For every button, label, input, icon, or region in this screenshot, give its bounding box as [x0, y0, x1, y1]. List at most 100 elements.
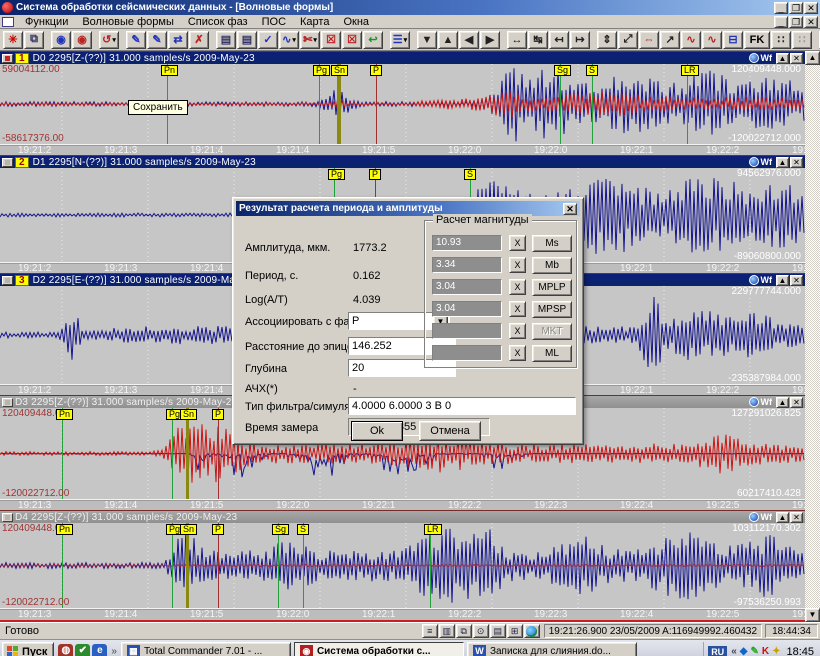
fk-button[interactable]: FK — [744, 31, 770, 49]
phase-line-Pg[interactable] — [172, 408, 173, 499]
zoom-icon[interactable]: ⊙ — [473, 624, 489, 638]
phase-line-Pn[interactable] — [62, 523, 63, 608]
compress-h-button[interactable]: ↹ — [528, 31, 548, 49]
globe-icon[interactable] — [524, 624, 540, 638]
simulate-button[interactable]: ∿ — [702, 31, 722, 49]
waveform-target-icon[interactable] — [749, 157, 759, 167]
menu-item-6[interactable]: Окна — [336, 16, 376, 28]
quicklaunch-chevron-icon[interactable]: » — [111, 646, 117, 656]
phase-label-Pg[interactable]: Pg — [313, 65, 330, 76]
scroll-down-button[interactable]: ▼ — [417, 31, 437, 49]
rotate-button[interactable]: ↺▾ — [99, 31, 119, 49]
magnitude-button-MPLP[interactable]: MPLP — [532, 279, 572, 296]
tray-antenna-icon[interactable]: ✦ — [772, 646, 780, 656]
phase-label-Sg[interactable]: Sg — [554, 65, 571, 76]
panel-select-button[interactable] — [2, 398, 13, 407]
cancel-button[interactable]: Отмена — [419, 421, 481, 441]
quicklaunch-icon-1[interactable]: ◍ — [58, 644, 73, 656]
menu-item-2[interactable]: Волновые формы — [75, 16, 181, 28]
reject-all-button[interactable]: ☒ — [342, 31, 362, 49]
close-button[interactable]: ✕ — [804, 2, 818, 14]
sort-button[interactable]: ☰▾ — [390, 31, 410, 49]
locate-blue-button[interactable]: ◉ — [51, 31, 71, 49]
restore-button[interactable]: ❐ — [789, 2, 803, 14]
magnitude-clear-button-ML[interactable]: X — [509, 345, 526, 361]
magnitude-button-Mb[interactable]: Mb — [532, 257, 572, 274]
phase-line-S[interactable] — [303, 523, 304, 608]
rotate-180-button[interactable]: ∿ — [681, 31, 701, 49]
panel-collapse-icon[interactable]: ▲ — [776, 275, 789, 286]
phase-line-P[interactable] — [376, 64, 377, 144]
menu-item-4[interactable]: ПОС — [255, 16, 293, 28]
shift-right-button[interactable]: ↦ — [570, 31, 590, 49]
magnitude-clear-button-MPSP[interactable]: X — [509, 301, 526, 317]
waveform-plot-1[interactable]: PnPgSnPSgSLR59004112.00-58617376.0012040… — [0, 64, 805, 144]
task-word-doc[interactable]: WЗаписка для слияния.do... — [467, 642, 637, 656]
phase-label-LR[interactable]: LR — [681, 65, 699, 76]
phase-label-P[interactable]: P — [212, 524, 224, 535]
quicklaunch-icon-3[interactable]: e — [92, 644, 107, 656]
phase-line-S[interactable] — [592, 64, 593, 144]
reject-button[interactable]: ☒ — [321, 31, 341, 49]
phase-line-P[interactable] — [218, 523, 219, 608]
phase-line-Sn[interactable] — [337, 64, 341, 144]
scrollbar-down-icon[interactable]: ▼ — [805, 608, 820, 622]
pick-phase-button[interactable]: ✎ — [126, 31, 146, 49]
phase-label-Pn[interactable]: Pn — [56, 524, 73, 535]
fit-button[interactable]: ⤢ — [618, 31, 638, 49]
panel-select-button[interactable] — [2, 54, 13, 63]
ok-button[interactable]: Ok — [351, 421, 403, 441]
panel-close-icon[interactable]: ✕ — [790, 512, 803, 523]
phase-line-Pn[interactable] — [62, 408, 63, 499]
undo-button[interactable]: ↩ — [363, 31, 383, 49]
tile-vertical-icon[interactable]: ▥ — [439, 624, 455, 638]
phase-line-Pg[interactable] — [172, 523, 173, 608]
panel-collapse-icon[interactable]: ▲ — [776, 512, 789, 523]
phase-label-Pn[interactable]: Pn — [56, 409, 73, 420]
child-restore-button[interactable]: ❐ — [789, 16, 803, 28]
phase-line-LR[interactable] — [687, 64, 688, 144]
phase-line-Sn[interactable] — [186, 408, 189, 499]
phase-label-S[interactable]: S — [464, 169, 476, 180]
grid-button[interactable]: ∷ — [771, 31, 791, 49]
phase-label-LR[interactable]: LR — [424, 524, 442, 535]
add-window-icon[interactable]: ⊞ — [507, 624, 523, 638]
window-blue-button[interactable]: ⊟ — [723, 31, 743, 49]
magnitude-clear-button-Mb[interactable]: X — [509, 257, 526, 273]
magnitude-button-Ms[interactable]: Ms — [532, 235, 572, 252]
phase-line-Sg[interactable] — [278, 523, 279, 608]
phase-label-S[interactable]: S — [586, 65, 598, 76]
waveform-target-icon[interactable] — [749, 53, 759, 63]
magnitude-button-ML[interactable]: ML — [532, 345, 572, 362]
magnitude-clear-button-MKT[interactable]: X — [509, 323, 526, 339]
tile-horizontal-icon[interactable]: ≡ — [422, 624, 438, 638]
child-close-button[interactable]: ✕ — [804, 16, 818, 28]
phase-label-P[interactable]: P — [369, 169, 381, 180]
phase-line-P[interactable] — [218, 408, 219, 499]
phase-label-Sn[interactable]: Sn — [180, 524, 197, 535]
scroll-right-button[interactable]: ▶ — [480, 31, 500, 49]
panel-close-icon[interactable]: ✕ — [790, 53, 803, 64]
notebook2-button[interactable]: ▤ — [237, 31, 257, 49]
menu-item-1[interactable]: Функции — [18, 16, 75, 28]
waveform-plot-5[interactable]: PnPgSnPSgSLR120409448.00-120022712.00103… — [0, 523, 805, 608]
cut-button[interactable]: ✄▾ — [300, 31, 320, 49]
filter-type-input[interactable]: 4.0000 6.0000 3 B 0 — [348, 397, 576, 415]
child-minimize-button[interactable]: _ — [774, 16, 788, 28]
panel-header-5[interactable]: D4 2295[Z-(??)] 31.000 samples/s 2009-Ma… — [0, 511, 805, 523]
language-indicator[interactable]: RU — [708, 646, 727, 656]
phase-line-Pg[interactable] — [319, 64, 320, 144]
new-event-button[interactable]: ✳ — [3, 31, 23, 49]
cascade-icon[interactable]: ⧉ — [456, 624, 472, 638]
phase-label-Sn[interactable]: Sn — [180, 409, 197, 420]
phase-line-LR[interactable] — [430, 523, 431, 608]
vertical-scrollbar[interactable]: ▲ ▼ — [805, 51, 820, 622]
task-total-commander[interactable]: ▦Total Commander 7.01 - ... — [121, 642, 291, 656]
panel-collapse-icon[interactable]: ▲ — [776, 157, 789, 168]
magnitude-clear-button-MPLP[interactable]: X — [509, 279, 526, 295]
open-window-button[interactable]: ⧉ — [24, 31, 44, 49]
tray-drop-icon[interactable]: ◆ — [740, 646, 748, 656]
scroll-left-button[interactable]: ◀ — [459, 31, 479, 49]
panel-close-icon[interactable]: ✕ — [790, 275, 803, 286]
shift-left-button[interactable]: ↤ — [549, 31, 569, 49]
